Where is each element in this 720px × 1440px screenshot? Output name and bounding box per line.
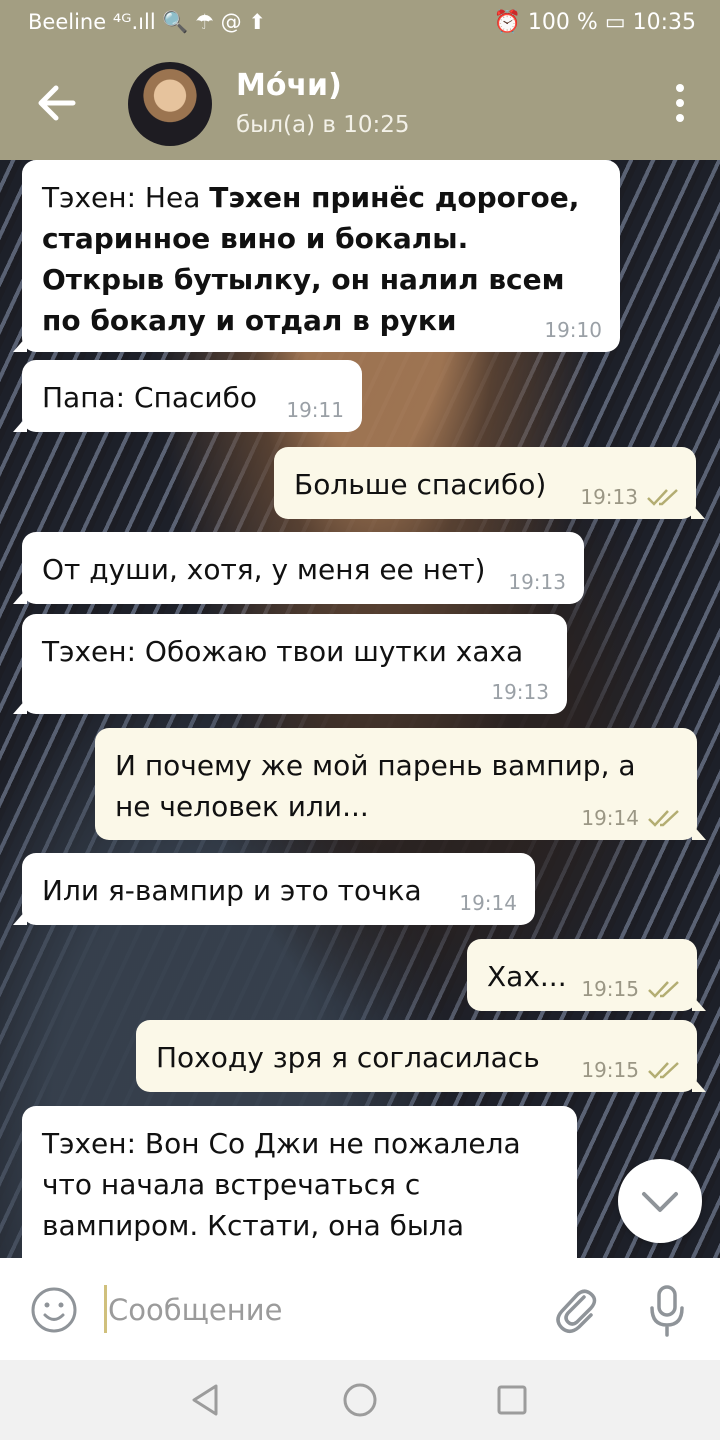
square-recent-icon[interactable] (494, 1382, 530, 1418)
message-incoming-1[interactable]: Тэхен: Неа Тэхен принёс дорогое, старинн… (13, 160, 620, 352)
message-time: 19:14 (581, 806, 639, 830)
double-check-icon (647, 489, 678, 506)
message-outgoing-3[interactable]: Хах... 19:15 (467, 939, 706, 1011)
message-composer[interactable]: Сообщение (0, 1258, 720, 1360)
message-time: 19:14 (459, 891, 517, 915)
message-text: От души, хотя, у меня ее нет) (42, 553, 486, 586)
chat-area[interactable]: Тэхен: Неа Тэхен принёс дорогое, старинн… (0, 160, 720, 1258)
message-time: 19:11 (286, 398, 344, 422)
message-input[interactable]: Сообщение (108, 1286, 282, 1334)
more-vert-icon[interactable] (674, 84, 686, 124)
status-carrier: Beeline ⁴ᴳ.ıll 🔍 ☂ @ ⬆ (28, 10, 266, 34)
chat-header: Мо́чи) был(а) в 10:25 (0, 48, 720, 160)
double-check-icon (648, 1062, 679, 1079)
double-check-icon (648, 981, 679, 998)
last-seen-status: был(а) в 10:25 (236, 112, 410, 138)
message-time: 19:15 (581, 977, 639, 1001)
circle-home-icon[interactable] (342, 1382, 378, 1418)
message-time: 19:13 (508, 570, 566, 594)
message-incoming-2[interactable]: Папа: Спасибо 19:11 (13, 360, 362, 432)
message-incoming-6[interactable]: Тэхен: Вон Со Джи не пожалела что начала… (22, 1106, 577, 1258)
scroll-to-bottom-button[interactable] (618, 1159, 702, 1243)
chevron-down-icon (642, 1192, 678, 1212)
status-bar: Beeline ⁴ᴳ.ıll 🔍 ☂ @ ⬆ ⏰ 100 % ▭ 10:35 (0, 0, 720, 48)
message-text: Или я-вампир и это точка (42, 874, 422, 907)
message-outgoing-1[interactable]: Больше спасибо) 19:13 (274, 447, 705, 519)
text-cursor (104, 1285, 107, 1333)
message-outgoing-4[interactable]: Походу зря я согласилась 19:15 (136, 1020, 706, 1092)
message-text: Тэхен: Вон Со Джи не пожалела что начала… (42, 1127, 521, 1258)
double-check-icon (648, 810, 679, 827)
contact-name[interactable]: Мо́чи) (236, 68, 342, 103)
microphone-icon[interactable] (646, 1284, 688, 1338)
avatar[interactable] (128, 62, 212, 146)
message-incoming-5[interactable]: Или я-вампир и это точка 19:14 (13, 853, 535, 925)
paperclip-icon[interactable] (552, 1284, 600, 1336)
status-system: ⏰ 100 % ▭ 10:35 (493, 10, 696, 35)
message-text: Тэхен: Неа Тэхен принёс дорогое, старинн… (42, 181, 580, 337)
back-arrow-icon[interactable] (34, 78, 78, 128)
message-time: 19:13 (491, 680, 549, 704)
message-text: Тэхен: Обожаю твои шутки хаха (42, 635, 524, 668)
android-nav-bar (0, 1360, 720, 1440)
message-time: 19:13 (580, 485, 638, 509)
message-time: 19:15 (581, 1058, 639, 1082)
message-time: 19:10 (544, 318, 602, 342)
message-outgoing-2[interactable]: И почему же мой парень вампир, а не чело… (95, 728, 706, 840)
message-incoming-3[interactable]: От души, хотя, у меня ее нет) 19:13 (13, 532, 584, 604)
message-incoming-4[interactable]: Тэхен: Обожаю твои шутки хаха 19:13 (13, 614, 567, 714)
emoji-icon[interactable] (30, 1286, 78, 1334)
triangle-back-icon[interactable] (188, 1382, 224, 1418)
